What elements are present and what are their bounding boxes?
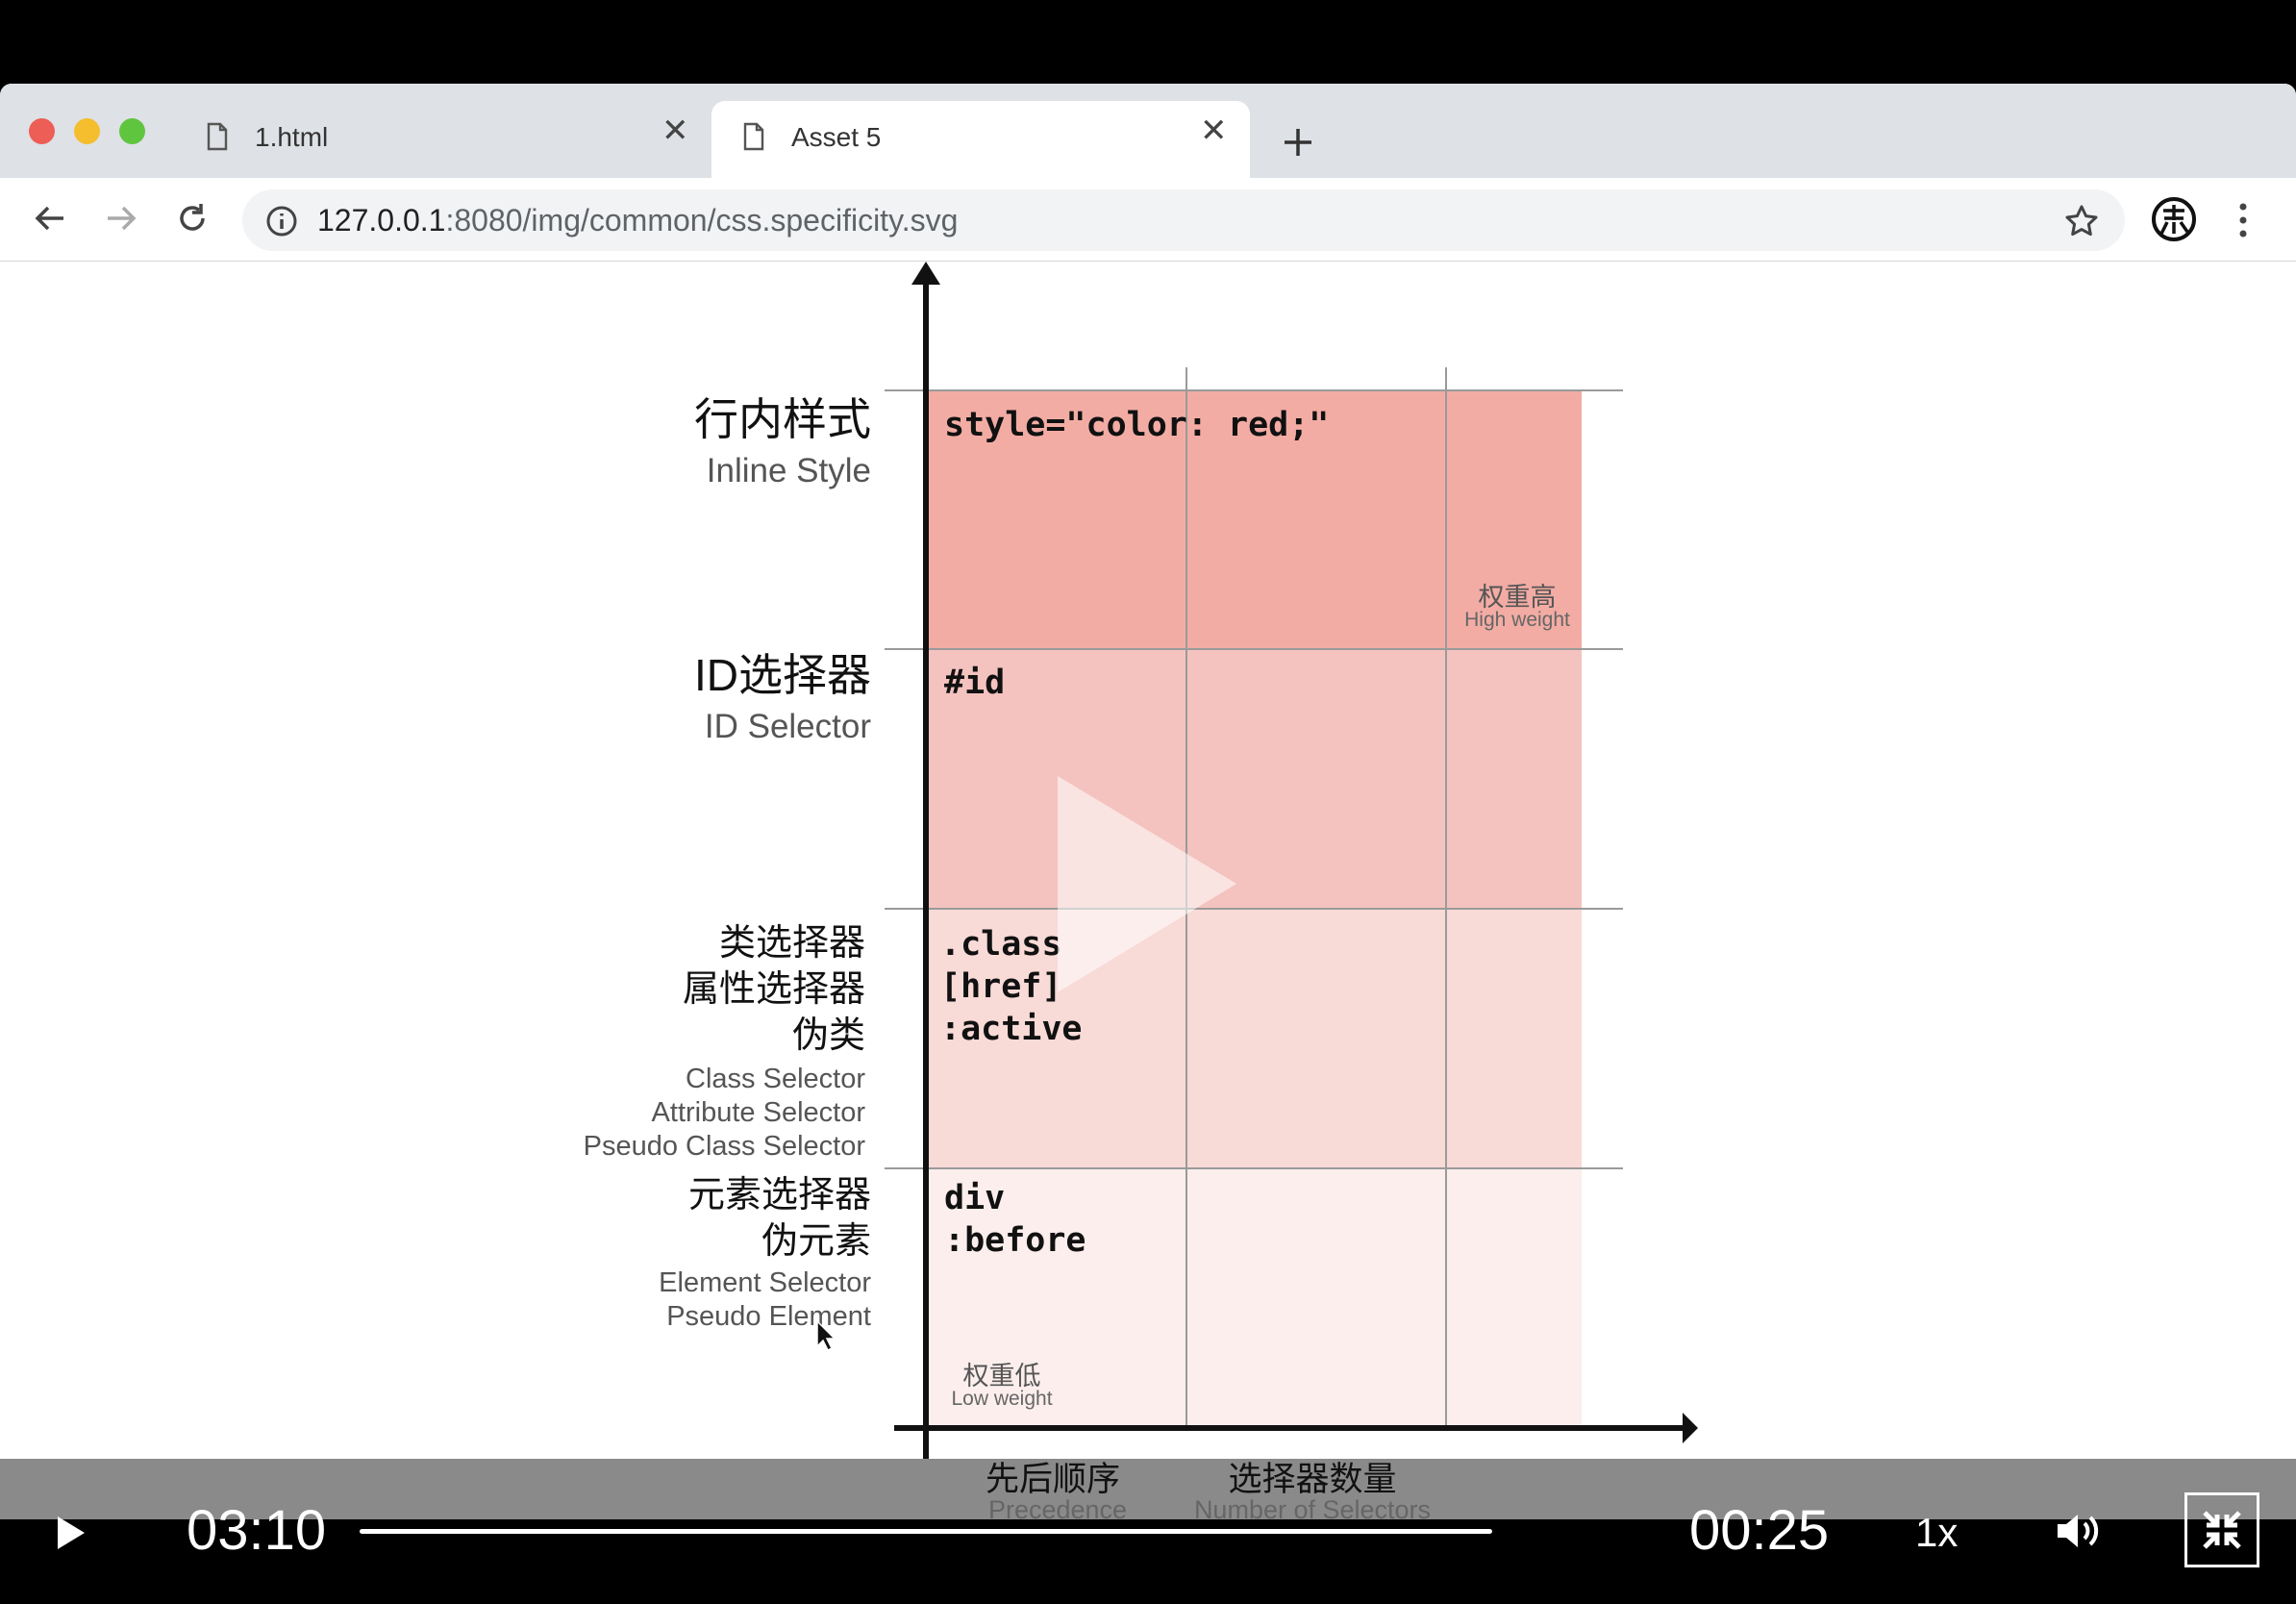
progress-bar[interactable] <box>360 1529 1492 1534</box>
close-window-button[interactable] <box>29 118 55 144</box>
label-element-zh: 元素选择器伪元素 <box>688 1172 871 1265</box>
label-line: Pseudo Element <box>666 1301 871 1332</box>
label-line: Class Selector <box>686 1064 865 1094</box>
reload-button[interactable] <box>169 195 215 241</box>
label-line: Pseudo Class Selector <box>583 1131 865 1162</box>
label-inline-style-en: Inline Style <box>706 452 871 489</box>
label-line: 元素选择器 <box>687 1175 871 1216</box>
maximize-window-button[interactable] <box>119 118 145 144</box>
high-weight-en: High weight <box>1464 609 1570 631</box>
x-axis-precedence-zh: 先后顺序 <box>985 1461 1120 1498</box>
label-line: 属性选择器 <box>682 969 865 1010</box>
url-host: 127.0.0.1 <box>317 203 446 238</box>
label-line: 伪元素 <box>761 1221 871 1262</box>
play-icon[interactable] <box>54 1514 88 1552</box>
elapsed-time: 03:10 <box>187 1499 327 1562</box>
arrow-left-icon <box>35 206 63 231</box>
close-tab-icon[interactable]: ✕ <box>1200 114 1228 147</box>
remaining-time: 00:25 <box>1689 1499 1830 1562</box>
playback-speed-button[interactable]: 1x <box>1915 1510 1958 1556</box>
tab-strip: 1.html ✕ Asset 5 ✕ <box>0 84 2296 178</box>
tab-title: Asset 5 <box>791 122 882 152</box>
profile-avatar-icon[interactable] <box>2150 195 2198 243</box>
volume-icon[interactable] <box>2054 1510 2104 1552</box>
file-icon <box>207 122 228 151</box>
x-axis-precedence-en: Precedence <box>987 1495 1128 1524</box>
exit-fullscreen-icon <box>2203 1511 2241 1549</box>
x-axis-selectors-en: Number of Selectors <box>1193 1495 1432 1524</box>
label-element-en: Element Selector Pseudo Element <box>659 1266 871 1334</box>
star-icon[interactable] <box>2063 203 2100 239</box>
label-line: Attribute Selector <box>651 1097 865 1128</box>
back-button[interactable] <box>27 195 73 241</box>
url-text[interactable]: 127.0.0.1:8080/img/common/css.specificit… <box>317 203 958 238</box>
label-inline-style-zh: 行内样式 <box>694 394 871 444</box>
code-element: div :before <box>944 1177 1086 1262</box>
label-line: 伪类 <box>791 1015 865 1056</box>
low-weight-en: Low weight <box>951 1388 1053 1410</box>
arrow-right-icon <box>108 206 137 231</box>
code-inline-style: style="color: red;" <box>944 406 1330 444</box>
label-class-zh: 类选择器属性选择器伪类 <box>683 920 865 1059</box>
page-content: style="color: red;" #id .class [href]:act… <box>0 262 2296 1459</box>
code-line: :active <box>940 1010 1083 1048</box>
more-menu-icon[interactable] <box>2235 201 2251 239</box>
label-id-en: ID Selector <box>704 708 871 745</box>
x-axis-selectors-zh: 选择器数量 <box>1228 1461 1397 1498</box>
url-path: :8080/img/common/css.specificity.svg <box>445 203 959 238</box>
close-tab-icon[interactable]: ✕ <box>661 114 689 147</box>
mouse-cursor-icon <box>816 1319 836 1352</box>
code-line: div <box>944 1179 1006 1217</box>
code-line: :before <box>944 1221 1086 1260</box>
reload-icon <box>180 204 205 231</box>
minimize-window-button[interactable] <box>74 118 100 144</box>
tab-1-html[interactable]: 1.html ✕ <box>183 101 702 178</box>
info-icon[interactable] <box>265 205 298 238</box>
browser-window: 1.html ✕ Asset 5 ✕ 127.0.0.1:8080/img/co… <box>0 84 2296 1459</box>
play-overlay-icon[interactable] <box>1056 776 1238 992</box>
address-bar[interactable]: 127.0.0.1:8080/img/common/css.specificit… <box>242 189 2125 251</box>
label-id-zh: ID选择器 <box>694 650 871 700</box>
plus-icon[interactable] <box>1282 126 1314 159</box>
tab-title: 1.html <box>255 122 329 152</box>
label-line: 类选择器 <box>718 923 865 964</box>
tab-asset-5[interactable]: Asset 5 ✕ <box>711 101 1250 178</box>
exit-fullscreen-button[interactable] <box>2184 1492 2259 1567</box>
label-line: Element Selector <box>659 1267 871 1298</box>
file-icon <box>743 122 764 151</box>
browser-toolbar: 127.0.0.1:8080/img/common/css.specificit… <box>0 178 2296 262</box>
forward-button[interactable] <box>98 195 144 241</box>
label-class-en: Class Selector Attribute Selector Pseudo C… <box>584 1063 865 1164</box>
code-id: #id <box>944 664 1006 702</box>
